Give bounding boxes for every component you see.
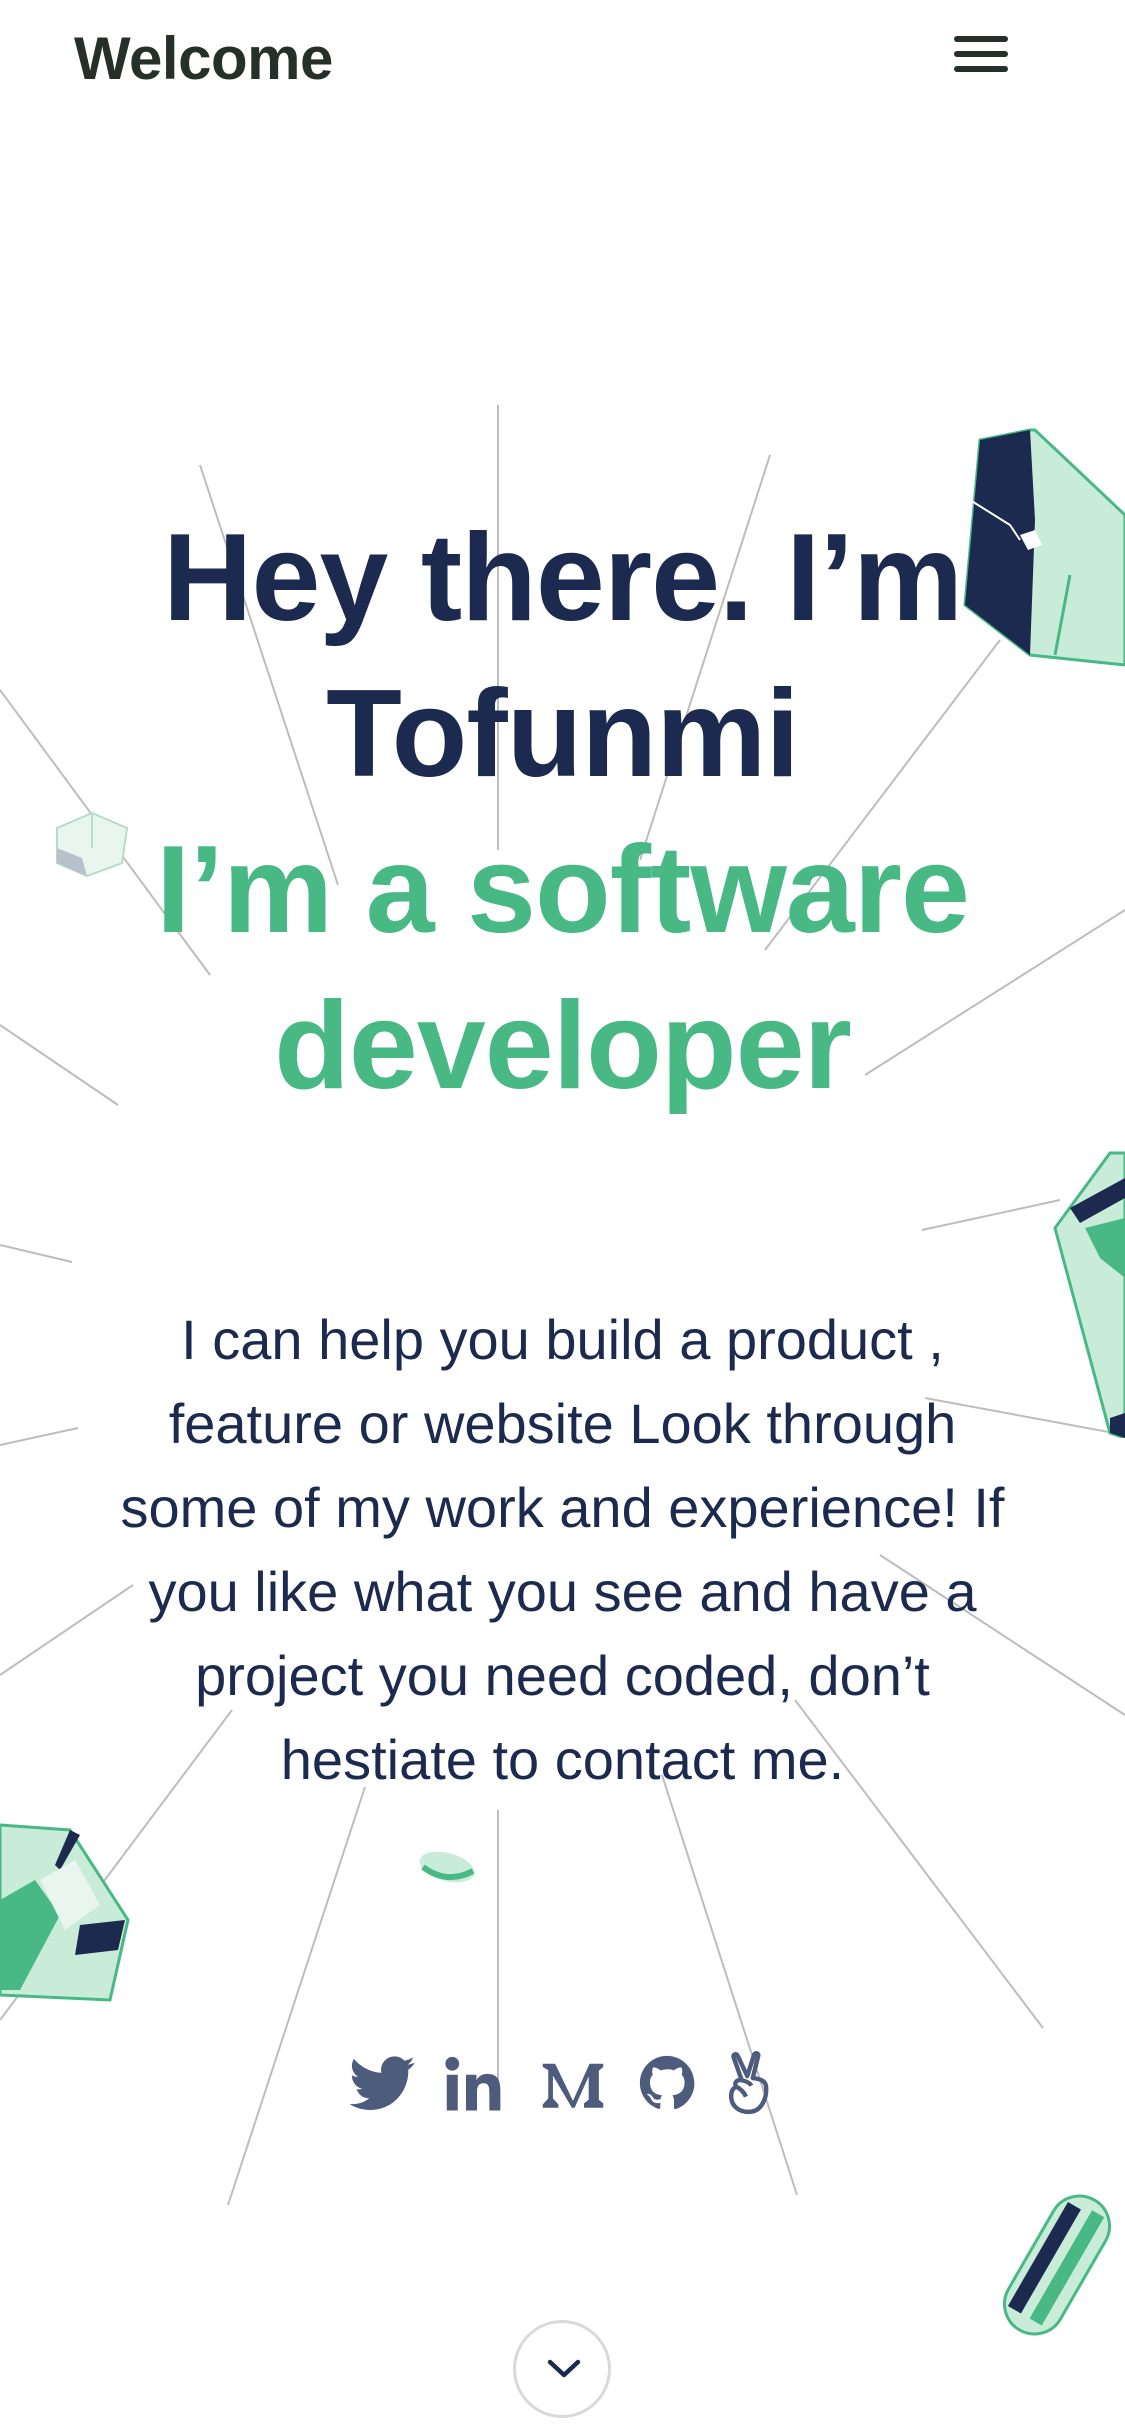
linkedin-link[interactable]	[444, 2050, 510, 2126]
hero-greeting-line-1: Hey there. I’m	[162, 509, 963, 647]
decorative-cube-bottom-left	[0, 1823, 130, 2002]
twitter-icon	[350, 2056, 415, 2110]
scroll-down-button[interactable]	[513, 2320, 611, 2418]
medium-icon	[542, 2063, 604, 2108]
decorative-crystal-right	[1053, 1151, 1125, 1438]
twitter-link[interactable]	[350, 2050, 416, 2126]
site-header: Welcome	[0, 0, 1125, 120]
github-icon	[639, 2055, 695, 2110]
social-links	[340, 2050, 790, 2130]
angellist-icon	[728, 2051, 769, 2115]
decorative-pill-small	[419, 1851, 475, 1883]
github-link[interactable]	[636, 2050, 698, 2126]
hero-greeting-line-2: Tofunmi	[326, 665, 800, 803]
intro-paragraph: I can help you build a product , feature…	[120, 1308, 1005, 1791]
hamburger-menu-icon	[954, 36, 1008, 42]
hero-heading: Hey there. I’m Tofunmi I’m a software de…	[100, 500, 1025, 1124]
page: Welcome Hey there. I’m Tofunmi I’m a sof…	[0, 0, 1125, 2436]
linkedin-icon	[445, 2056, 501, 2111]
angellist-link[interactable]	[725, 2050, 775, 2126]
hero-role-line-2: developer	[274, 977, 852, 1115]
hero-role-line-1: I’m a software	[156, 821, 970, 959]
hamburger-menu-button[interactable]	[952, 32, 1012, 76]
decorative-capsule-bottom-right	[1003, 2194, 1111, 2336]
site-title[interactable]: Welcome	[74, 24, 333, 93]
medium-link[interactable]	[540, 2050, 606, 2126]
chevron-down-icon	[547, 2359, 581, 2378]
